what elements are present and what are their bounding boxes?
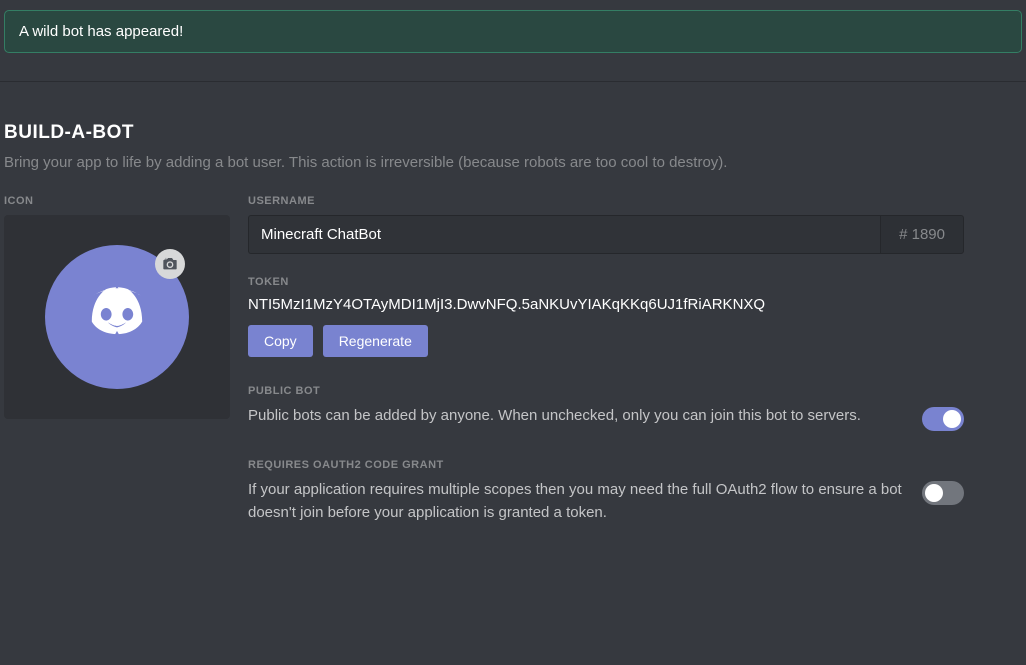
page-title: BUILD-A-BOT — [4, 122, 1026, 144]
discord-icon — [72, 272, 162, 362]
public-bot-toggle[interactable] — [922, 407, 964, 431]
oauth2-row: If your application requires multiple sc… — [248, 479, 964, 524]
username-row: # 1890 — [248, 215, 964, 254]
public-bot-section: PUBLIC BOT Public bots can be added by a… — [248, 385, 964, 431]
toggle-knob — [925, 484, 943, 502]
token-label: TOKEN — [248, 276, 964, 288]
camera-icon: + — [162, 256, 178, 272]
token-value: NTI5MzI1MzY4OTAyMDI1MjI3.DwvNFQ.5aNKUvYI… — [248, 296, 964, 313]
public-bot-description: Public bots can be added by anyone. When… — [248, 405, 906, 428]
discriminator-tag: # 1890 — [880, 215, 964, 254]
icon-upload-box[interactable]: + — [4, 215, 230, 419]
page-subtitle: Bring your app to life by adding a bot u… — [4, 154, 1026, 171]
oauth2-description: If your application requires multiple sc… — [248, 479, 906, 524]
notification-text: A wild bot has appeared! — [19, 23, 183, 40]
avatar: + — [45, 245, 189, 389]
oauth2-label: REQUIRES OAUTH2 CODE GRANT — [248, 459, 964, 471]
public-bot-label: PUBLIC BOT — [248, 385, 964, 397]
fields-column: USERNAME # 1890 TOKEN NTI5MzI1MzY4OTAyMD… — [248, 195, 1026, 552]
content-area: BUILD-A-BOT Bring your app to life by ad… — [0, 82, 1026, 552]
oauth2-section: REQUIRES OAUTH2 CODE GRANT If your appli… — [248, 459, 964, 524]
notification-bar: A wild bot has appeared! — [4, 10, 1022, 53]
copy-button[interactable]: Copy — [248, 325, 313, 357]
regenerate-button[interactable]: Regenerate — [323, 325, 428, 357]
public-bot-row: Public bots can be added by anyone. When… — [248, 405, 964, 431]
oauth2-toggle[interactable] — [922, 481, 964, 505]
username-label: USERNAME — [248, 195, 964, 207]
form-row: ICON + USERNAME — [4, 195, 1026, 552]
upload-icon-badge[interactable]: + — [155, 249, 185, 279]
username-input[interactable] — [248, 215, 880, 254]
icon-label: ICON — [4, 195, 230, 207]
token-buttons: Copy Regenerate — [248, 325, 964, 357]
toggle-knob — [943, 410, 961, 428]
icon-column: ICON + — [4, 195, 230, 552]
